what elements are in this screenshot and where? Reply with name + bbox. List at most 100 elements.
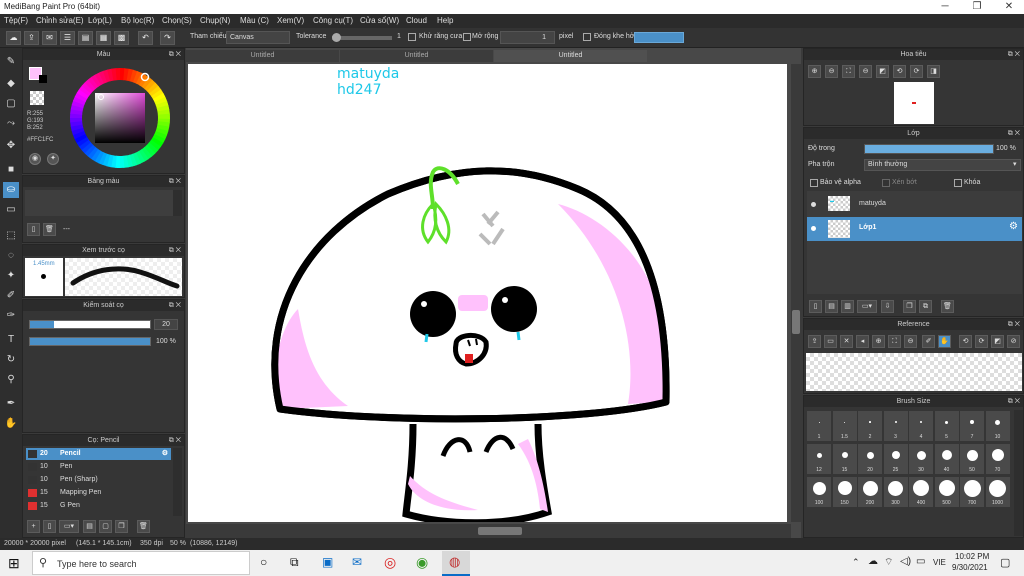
cloud-icon[interactable]: ☁ <box>6 31 21 45</box>
menu-window[interactable]: Cửa sổ(W) <box>360 16 399 25</box>
menu-file[interactable]: Tệp(F) <box>4 16 28 25</box>
menu-layer[interactable]: Lớp(L) <box>88 16 112 25</box>
minimize-button[interactable]: ─ <box>930 0 960 14</box>
close-panel-icon[interactable]: ⧉ ✕ <box>169 300 181 311</box>
secondary-color-swatch[interactable] <box>39 75 47 83</box>
rotate-icon[interactable]: ⟲ <box>893 65 906 78</box>
brush-size-cell[interactable]: 150 <box>832 477 857 507</box>
brush-size-cell[interactable]: 3 <box>883 411 908 441</box>
canvas-vertical-scrollbar[interactable] <box>791 64 801 522</box>
menu-edit[interactable]: Chỉnh sửa(E) <box>36 16 84 25</box>
menu-view[interactable]: Xem(V) <box>277 16 304 25</box>
brush-size-cell[interactable]: 25 <box>883 444 908 474</box>
new-layer-icon[interactable]: ▯ <box>809 300 822 313</box>
eyedropper-tool-icon[interactable]: ⚲ <box>3 372 19 388</box>
menu-tools[interactable]: Công cụ(T) <box>313 16 353 25</box>
reference-flip-icon[interactable]: ◩ <box>991 335 1004 348</box>
opera-icon[interactable]: ◎ <box>384 554 396 571</box>
menu-filter[interactable]: Bộ lọc(R) <box>121 16 154 25</box>
reference-close-icon[interactable]: ✕ <box>840 335 853 348</box>
reference-upload-icon[interactable]: ⇪ <box>808 335 821 348</box>
task-view-icon[interactable]: ⧉ <box>290 555 299 570</box>
vertical-scroll-thumb[interactable] <box>792 310 800 334</box>
text-tool-icon[interactable]: T <box>3 332 19 348</box>
canvas-horizontal-scrollbar[interactable] <box>186 524 791 538</box>
navigator-copy-icon[interactable]: ◨ <box>927 65 940 78</box>
lock-checkbox[interactable] <box>954 179 962 187</box>
brush-size-slider[interactable] <box>29 320 151 329</box>
brush-size-cell[interactable]: 500 <box>934 477 959 507</box>
reference-preview[interactable] <box>806 353 1022 391</box>
grid-icon[interactable]: ▩ <box>114 31 129 45</box>
brush-size-cell[interactable]: 1 <box>807 411 831 441</box>
reference-zoom-out-icon[interactable]: ⊖ <box>904 335 917 348</box>
select-pen-tool-icon[interactable]: ✐ <box>3 288 19 304</box>
close-gap-checkbox[interactable] <box>583 33 591 41</box>
chat-icon[interactable]: ☰ <box>60 31 75 45</box>
tolerance-slider[interactable] <box>332 33 392 42</box>
new-pen-icon[interactable]: ▯ <box>43 520 56 533</box>
reference-rotate-right-icon[interactable]: ⟳ <box>975 335 988 348</box>
brush-size-cell[interactable]: 5 <box>934 411 959 441</box>
clipping-checkbox[interactable] <box>882 179 890 187</box>
reference-prev-icon[interactable]: ◂ <box>856 335 869 348</box>
operation-tool-icon[interactable]: ↻ <box>3 352 19 368</box>
volume-icon[interactable]: ◁) <box>900 556 911 567</box>
menu-capture[interactable]: Chụp(N) <box>200 16 230 25</box>
undo-icon[interactable]: ↶ <box>138 31 153 45</box>
blend-mode-select[interactable]: Bình thường <box>864 159 1021 171</box>
store-icon[interactable]: ▣ <box>322 555 333 569</box>
brush-size-cell[interactable]: 70 <box>985 444 1010 474</box>
close-panel-icon[interactable]: ⧉ ✕ <box>1008 128 1020 139</box>
close-panel-icon[interactable]: ⧉ ✕ <box>169 176 181 187</box>
wifi-icon[interactable]: ⌔ <box>884 556 893 569</box>
pen-item-g-pen[interactable]: 15 G Pen <box>26 500 171 512</box>
move-tool-icon[interactable]: ✥ <box>3 138 19 154</box>
brush-size-cell[interactable]: 1000 <box>985 477 1010 507</box>
close-panel-icon[interactable]: ⧉ ✕ <box>1008 396 1020 407</box>
pen-list-scrollbar[interactable] <box>173 448 182 516</box>
comment-icon[interactable]: ✉ <box>42 31 57 45</box>
delete-pen-icon[interactable]: 🗑 <box>137 520 150 533</box>
brush-size-cell[interactable]: 15 <box>832 444 857 474</box>
menu-select[interactable]: Chọn(S) <box>162 16 192 25</box>
brush-size-cell[interactable]: 300 <box>883 477 908 507</box>
language-indicator[interactable]: VIE <box>933 558 946 567</box>
redo-icon[interactable]: ↷ <box>160 31 175 45</box>
menu-help[interactable]: Help <box>437 16 453 25</box>
brush-opacity-slider[interactable] <box>29 337 151 346</box>
layer-opacity-slider[interactable] <box>864 144 994 154</box>
palette-area[interactable] <box>25 190 173 216</box>
pen-menu-icon[interactable]: ▭▾ <box>59 520 79 533</box>
new-palette-icon[interactable]: ▯ <box>27 223 40 236</box>
reference-select[interactable]: Canvas <box>226 31 290 44</box>
reference-hand-icon[interactable]: ✋ <box>938 335 951 348</box>
reference-open-icon[interactable]: ▭ <box>824 335 837 348</box>
color-wheel[interactable] <box>65 63 175 173</box>
reference-zoom-in-icon[interactable]: ⊕ <box>872 335 885 348</box>
layer-menu-icon[interactable]: ▭▾ <box>857 300 877 313</box>
select-tool-icon[interactable]: ⬚ <box>3 228 19 244</box>
brush-size-cell[interactable]: 20 <box>858 444 882 474</box>
actual-size-icon[interactable]: ⊖ <box>859 65 872 78</box>
brush-size-cell[interactable]: 12 <box>807 444 831 474</box>
magic-wand-tool-icon[interactable]: ✦ <box>3 268 19 284</box>
palette-scrollbar[interactable] <box>173 190 182 216</box>
menu-cloud[interactable]: Cloud <box>406 16 427 25</box>
panel-icon[interactable]: ▤ <box>78 31 93 45</box>
close-button[interactable]: ✕ <box>994 0 1024 14</box>
pen-folder-icon[interactable]: ▢ <box>99 520 112 533</box>
close-gap-level[interactable] <box>634 32 684 43</box>
eyedropper-icon[interactable]: ✦ <box>47 153 59 165</box>
clock-date[interactable]: 9/30/2021 <box>952 563 988 572</box>
brush-size-cell[interactable]: 2 <box>858 411 882 441</box>
windows-start-icon[interactable]: ⊞ <box>8 555 20 572</box>
gear-icon[interactable]: ⚙ <box>1009 221 1018 232</box>
mail-icon[interactable]: ✉ <box>352 555 362 569</box>
canvas-tab-1[interactable]: Untitled <box>186 50 339 62</box>
drawing-canvas[interactable]: matuyda hd247 <box>188 64 787 522</box>
duplicate-layer-icon[interactable]: ❐ <box>903 300 916 313</box>
lasso-select-tool-icon[interactable]: ◌ <box>3 248 19 264</box>
upload-icon[interactable]: ⇪ <box>24 31 39 45</box>
brush-size-input[interactable]: 20 <box>154 319 178 330</box>
